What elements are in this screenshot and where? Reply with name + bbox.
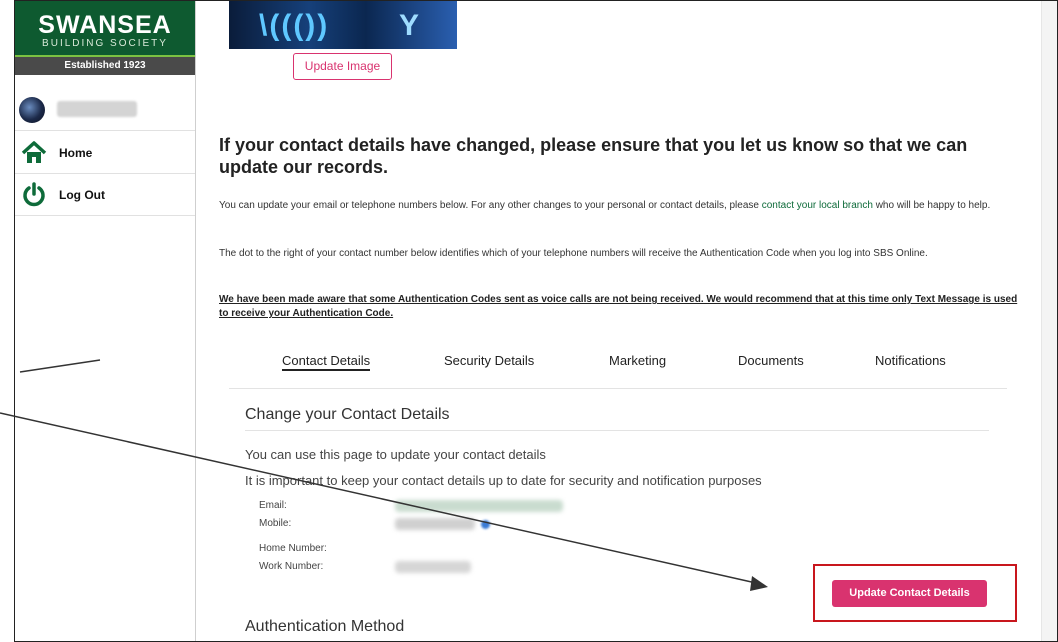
tab-documents[interactable]: Documents <box>738 353 804 368</box>
sidebar-item-home[interactable]: Home <box>15 132 195 174</box>
auth-section-title: Authentication Method <box>245 618 405 635</box>
user-profile-row <box>15 89 195 131</box>
tab-marketing[interactable]: Marketing <box>609 353 666 368</box>
tab-security-details[interactable]: Security Details <box>444 353 534 368</box>
intro-text: You can update your email or telephone n… <box>219 200 762 211</box>
mobile-label: Mobile: <box>259 518 292 529</box>
contact-section-title: Change your Contact Details <box>245 406 450 423</box>
brand-subtitle: BUILDING SOCIETY <box>42 38 168 49</box>
power-icon <box>23 182 45 207</box>
brand-logo[interactable]: SWANSEA BUILDING SOCIETY Established 192… <box>15 1 195 75</box>
contact-info-line: You can use this page to update your con… <box>245 447 546 462</box>
local-branch-link[interactable]: contact your local branch <box>762 200 873 211</box>
mobile-value-redacted <box>395 518 475 530</box>
browser-frame: SWANSEA BUILDING SOCIETY Established 192… <box>14 0 1058 642</box>
home-icon <box>21 141 47 163</box>
profile-banner-image: \((()) Y <box>229 1 457 49</box>
update-image-button[interactable]: Update Image <box>293 53 392 80</box>
auth-dot-indicator <box>481 520 490 529</box>
auth-note: The dot to the right of your contact num… <box>219 248 928 259</box>
sidebar-item-logout[interactable]: Log Out <box>15 174 195 216</box>
work-number-value-redacted <box>395 561 471 573</box>
update-contact-details-button[interactable]: Update Contact Details <box>832 580 987 607</box>
contact-importance-line: It is important to keep your contact det… <box>245 473 762 488</box>
brand-established: Established 1923 <box>15 57 195 75</box>
tab-contact-details[interactable]: Contact Details <box>282 353 371 371</box>
avatar <box>19 97 45 123</box>
sidebar: SWANSEA BUILDING SOCIETY Established 192… <box>15 1 196 641</box>
home-number-label: Home Number: <box>259 543 327 554</box>
section-divider <box>245 430 989 431</box>
scrollbar[interactable] <box>1041 1 1057 641</box>
tab-bar: Contact Details Security Details Marketi… <box>229 349 1007 389</box>
tab-notifications[interactable]: Notifications <box>875 353 946 368</box>
email-value-redacted <box>395 500 563 512</box>
warning-notice: We have been made aware that some Authen… <box>219 294 1018 319</box>
intro-text-end: who will be happy to help. <box>872 200 991 211</box>
brand-name: SWANSEA <box>38 11 172 39</box>
sidebar-item-label: Home <box>59 146 93 160</box>
work-number-label: Work Number: <box>259 561 324 572</box>
username-redacted <box>57 101 137 117</box>
page-headline: If your contact details have changed, pl… <box>219 135 968 177</box>
intro-paragraph: You can update your email or telephone n… <box>219 199 1019 213</box>
email-label: Email: <box>259 500 287 511</box>
sidebar-item-label: Log Out <box>59 188 105 202</box>
